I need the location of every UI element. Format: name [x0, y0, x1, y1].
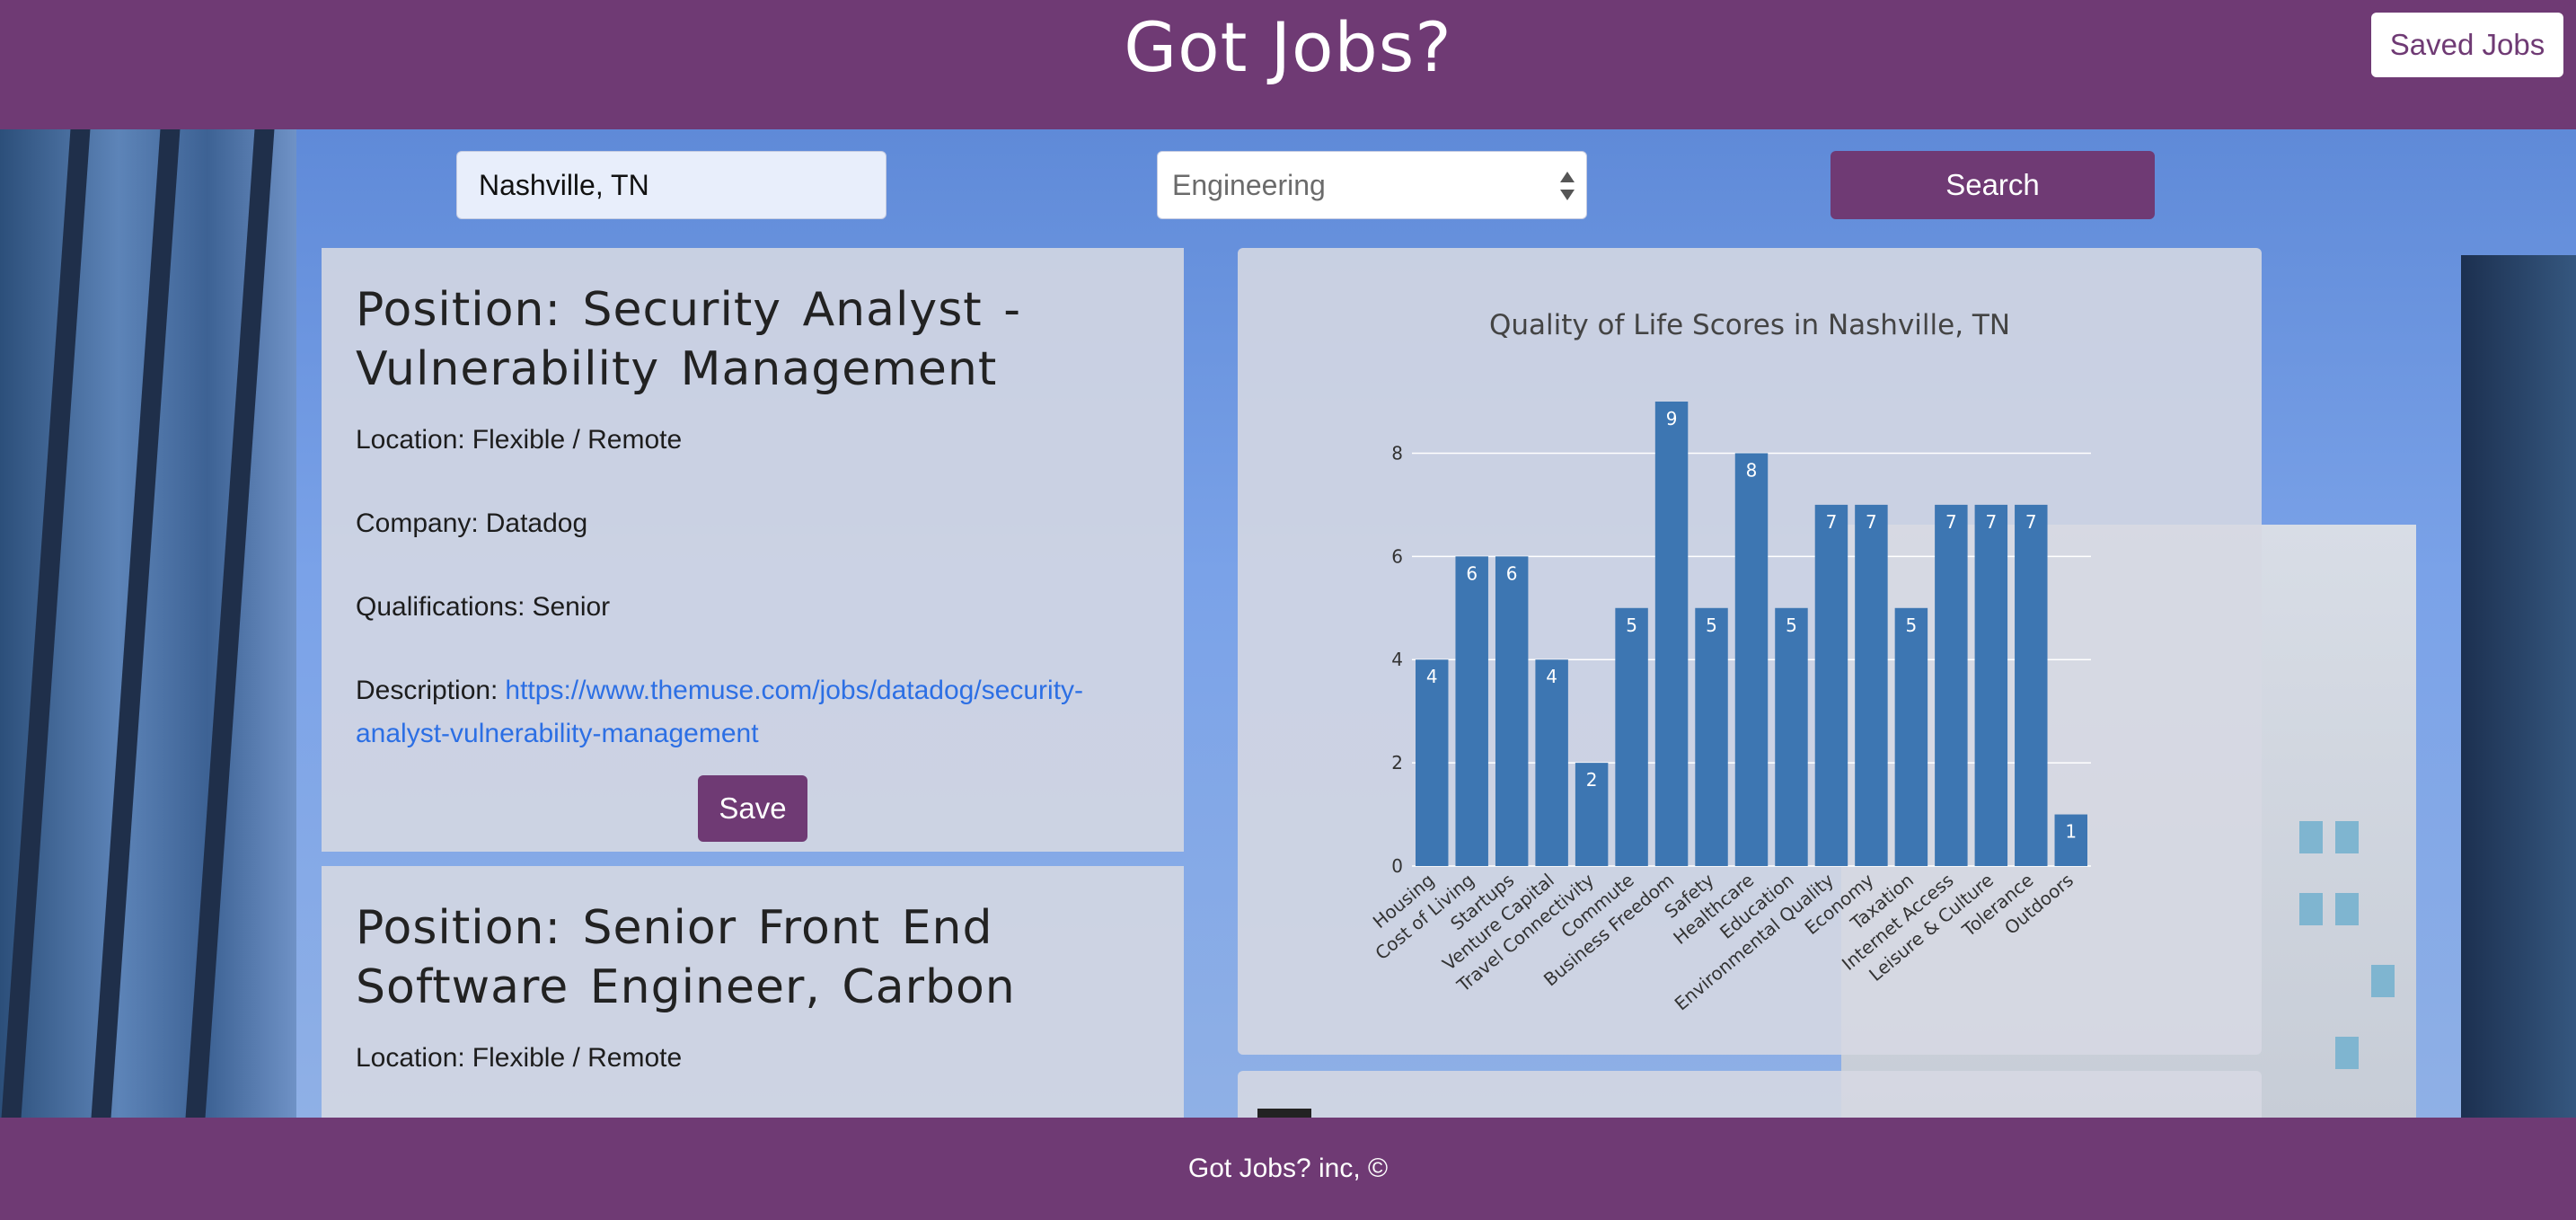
chart-bar: [1894, 607, 1928, 866]
qualifications-label: Qualifications:: [356, 592, 525, 622]
bar-value-label: 5: [1706, 614, 1717, 636]
job-title: Position: Security Analyst - Vulnerabili…: [356, 283, 1021, 396]
chart-bar: [1855, 504, 1888, 866]
chart-bar: [1974, 504, 2008, 866]
location-label: Location:: [356, 425, 465, 455]
chart-bar: [1535, 659, 1568, 866]
site-header: Got Jobs? Saved Jobs: [0, 0, 2576, 129]
bar-value-label: 5: [1906, 614, 1918, 636]
job-company: Company: Datadog: [356, 502, 1150, 545]
chart-bar: [1775, 607, 1808, 866]
window: [2335, 1037, 2359, 1069]
footer-text: Got Jobs? inc, ©: [1187, 1154, 1389, 1183]
y-tick-label: 4: [1391, 649, 1403, 670]
bar-value-label: 4: [1546, 666, 1557, 687]
location-value: Flexible / Remote: [472, 425, 683, 455]
window: [2371, 965, 2395, 997]
chart-bar: [2015, 504, 2048, 866]
y-tick-label: 6: [1391, 545, 1403, 567]
chart-bar: [1654, 402, 1689, 866]
job-location: Location: Flexible / Remote: [356, 1037, 1150, 1080]
location-input[interactable]: [456, 151, 887, 219]
search-button[interactable]: Search: [1831, 151, 2155, 219]
bar-value-label: 4: [1426, 666, 1438, 687]
quality-of-life-chart-card: Quality of Life Scores in Nashville, TN 0…: [1238, 248, 2262, 1055]
bar-value-label: 5: [1786, 614, 1797, 636]
bar-value-label: 6: [1506, 562, 1518, 584]
company-value: Datadog: [485, 508, 588, 538]
bar-value-label: 5: [1626, 614, 1637, 636]
bar-value-label: 9: [1666, 408, 1678, 429]
bar-value-label: 1: [2065, 821, 2077, 843]
chart-bar: [1734, 453, 1769, 866]
site-footer: Got Jobs? inc, ©: [0, 1118, 2576, 1220]
job-location: Location: Flexible / Remote: [356, 419, 1150, 462]
category-select[interactable]: Engineering: [1157, 151, 1587, 219]
job-title: Position: Senior Front End Software Engi…: [356, 901, 1016, 1014]
window: [2335, 893, 2359, 925]
location-label: Location:: [356, 1043, 465, 1073]
company-label: Company:: [356, 508, 479, 538]
bar-value-label: 7: [1945, 511, 1957, 533]
chart-bar: [1814, 504, 1848, 866]
chart-title: Quality of Life Scores in Nashville, TN: [1489, 309, 2010, 341]
chart-bar: [1935, 504, 1968, 866]
bar-value-label: 2: [1586, 769, 1598, 791]
window: [2299, 893, 2323, 925]
bar-value-label: 6: [1466, 562, 1478, 584]
description-label: Description:: [356, 676, 498, 705]
location-value: Flexible / Remote: [472, 1043, 683, 1073]
site-title: Got Jobs?: [1124, 7, 1452, 87]
bar-value-label: 7: [1826, 511, 1838, 533]
chart-bar: [1416, 659, 1449, 866]
save-job-button[interactable]: Save: [698, 775, 807, 842]
window: [2299, 821, 2323, 853]
bar-value-label: 7: [1985, 511, 1997, 533]
job-qualifications: Qualifications: Senior: [356, 586, 1150, 629]
job-card: Position: Security Analyst - Vulnerabili…: [322, 248, 1184, 852]
y-tick-label: 0: [1391, 855, 1403, 877]
bar-value-label: 7: [1866, 511, 1877, 533]
y-tick-label: 2: [1391, 752, 1403, 774]
chart-bar: [1615, 607, 1648, 866]
glass-tower-right: [2461, 255, 2576, 1118]
window: [2335, 821, 2359, 853]
chart-bar: [1455, 556, 1488, 866]
saved-jobs-button[interactable]: Saved Jobs: [2371, 13, 2563, 77]
select-arrows-icon: [1559, 172, 1575, 200]
job-description: Description: https://www.themuse.com/jobs…: [356, 669, 1150, 756]
quality-of-life-chart: Quality of Life Scores in Nashville, TN 0…: [1369, 309, 2091, 1014]
chart-bar: [1695, 607, 1728, 866]
qualifications-value: Senior: [532, 592, 611, 622]
chart-bar: [1495, 556, 1529, 866]
y-tick-label: 8: [1391, 442, 1403, 464]
bar-value-label: 7: [2025, 511, 2037, 533]
category-selected-value: Engineering: [1172, 168, 1326, 201]
bar-value-label: 8: [1746, 459, 1758, 481]
